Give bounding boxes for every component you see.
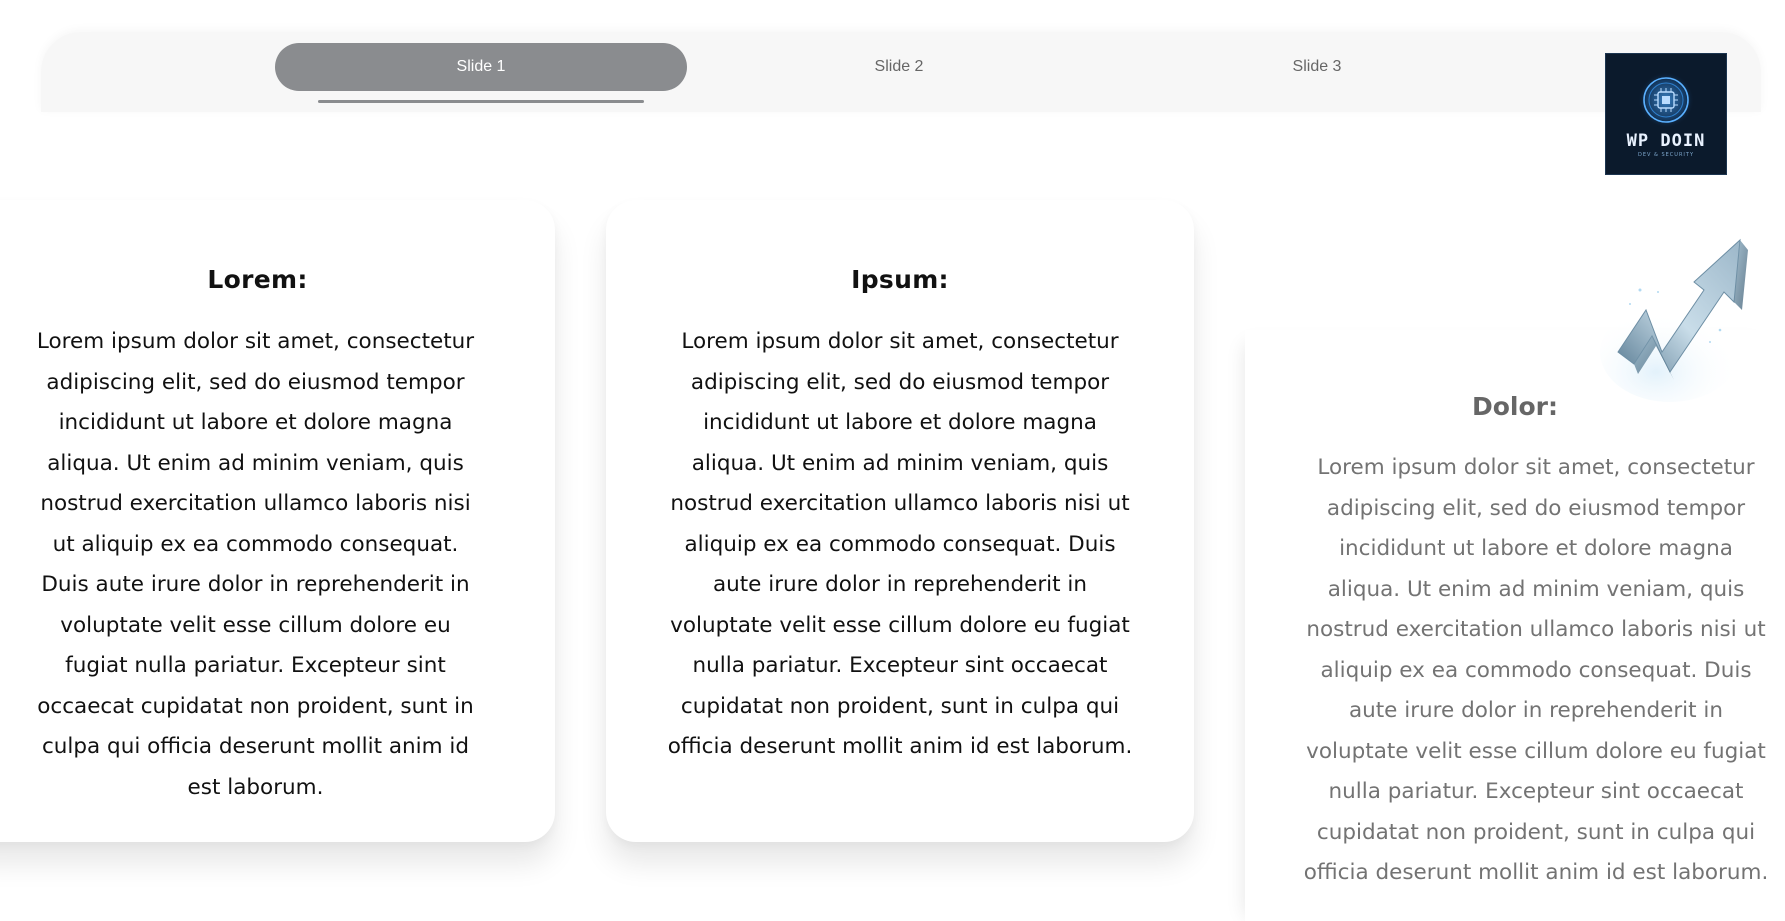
- card-body: Lorem ipsum dolor sit amet, consectetur …: [36, 329, 475, 800]
- logo-tagline: DEV & SECURITY: [1637, 151, 1695, 158]
- tab-slide-1[interactable]: Slide 1: [275, 43, 687, 91]
- card-title: Ipsum:: [851, 265, 949, 294]
- active-tab-indicator: [318, 100, 644, 103]
- tab-slide-3[interactable]: Slide 3: [1111, 43, 1523, 91]
- card-body: Lorem ipsum dolor sit amet, consectetur …: [1303, 455, 1769, 885]
- wp-doin-logo[interactable]: WP DOIN DEV & SECURITY: [1605, 53, 1727, 175]
- slide-card-dolor: Dolor: Lorem ipsum dolor sit amet, conse…: [1245, 330, 1785, 921]
- slide-card-ipsum: Ipsum: Lorem ipsum dolor sit amet, conse…: [606, 200, 1194, 842]
- card-body: Lorem ipsum dolor sit amet, consectetur …: [667, 329, 1133, 759]
- slide-tab-bar: Slide 1 Slide 2 Slide 3: [41, 32, 1761, 112]
- rising-arrow-icon: [1600, 238, 1748, 402]
- chip-emblem-icon: [1638, 71, 1694, 128]
- slide-card-lorem: Lorem: Lorem ipsum dolor sit amet, conse…: [0, 200, 555, 842]
- logo-wordmark: WP DOIN: [1626, 130, 1706, 151]
- tab-slide-2[interactable]: Slide 2: [693, 43, 1105, 91]
- slider-page: Slide 1 Slide 2 Slide 3 WP DOIN DEV & SE…: [0, 0, 1785, 921]
- card-title: Lorem:: [207, 265, 308, 294]
